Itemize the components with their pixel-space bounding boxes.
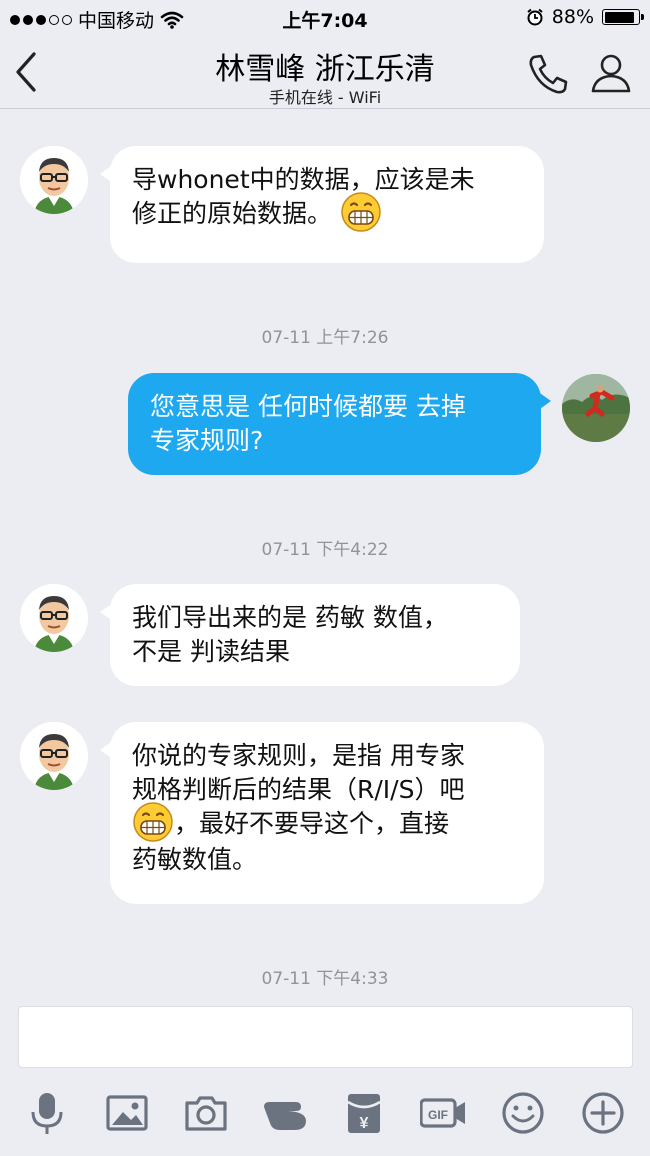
message-text: 您意思是 任何时候都要 去掉	[150, 392, 466, 421]
contact-avatar[interactable]	[20, 584, 88, 652]
contact-avatar[interactable]	[20, 722, 88, 790]
phone-call-button[interactable]	[526, 52, 572, 96]
message-text: 我们导出来的是 药敏 数值，	[132, 603, 448, 632]
plus-icon[interactable]	[580, 1090, 626, 1136]
message-text: 专家规则?	[150, 426, 264, 455]
message-bubble-received[interactable]: 你说的专家规则，是指 用专家 规格判断后的结果（R/I/S）吧 ，最好不要导这个…	[100, 722, 544, 904]
chat-toolbar: ¥ GIF	[0, 1080, 650, 1150]
message-text: 你说的专家规则，是指 用专家	[132, 741, 465, 770]
message-text: 不是 判读结果	[132, 637, 290, 666]
microphone-icon[interactable]	[24, 1090, 70, 1136]
camera-icon[interactable]	[183, 1090, 229, 1136]
smiley-icon[interactable]	[500, 1090, 546, 1136]
status-bar: 中国移动 上午7:04 88%	[0, 0, 650, 36]
message-bubble-received[interactable]: 我们导出来的是 药敏 数值， 不是 判读结果	[100, 584, 520, 686]
message-text: ，最好不要导这个，直接	[174, 809, 450, 838]
timestamp: 07-11 下午4:33	[261, 969, 389, 989]
gif-icon[interactable]: GIF	[420, 1090, 466, 1136]
timestamp: 07-11 下午4:22	[261, 540, 389, 560]
alarm-icon	[527, 8, 543, 26]
contact-avatar[interactable]	[20, 146, 88, 214]
battery-icon	[602, 9, 644, 25]
contact-profile-button[interactable]	[590, 52, 632, 94]
chat-header: 林雪峰 浙江乐清 手机在线 - WiFi	[0, 36, 650, 109]
poke-icon[interactable]	[262, 1090, 308, 1136]
self-avatar[interactable]	[562, 374, 630, 442]
message-text: 规格判断后的结果（R/I/S）吧	[132, 775, 465, 804]
message-bubble-received[interactable]: 导whonet中的数据，应该是未 修正的原始数据。	[100, 146, 544, 263]
image-icon[interactable]	[104, 1090, 150, 1136]
grin-emoji-icon	[341, 192, 381, 232]
svg-text:GIF: GIF	[428, 1108, 448, 1122]
red-packet-icon[interactable]: ¥	[341, 1090, 387, 1136]
message-text: 修正的原始数据。	[132, 199, 333, 228]
message-text: 药敏数值。	[132, 845, 258, 874]
message-input[interactable]	[18, 1006, 633, 1068]
message-bubble-sent[interactable]: 您意思是 任何时候都要 去掉 专家规则?	[128, 373, 551, 475]
timestamp: 07-11 上午7:26	[261, 328, 389, 348]
message-text: 导whonet中的数据，应该是未	[132, 165, 475, 194]
status-right: 88%	[526, 6, 644, 28]
battery-percent: 88%	[551, 6, 594, 28]
grin-emoji-icon	[133, 802, 173, 842]
svg-text:¥: ¥	[360, 1115, 369, 1132]
